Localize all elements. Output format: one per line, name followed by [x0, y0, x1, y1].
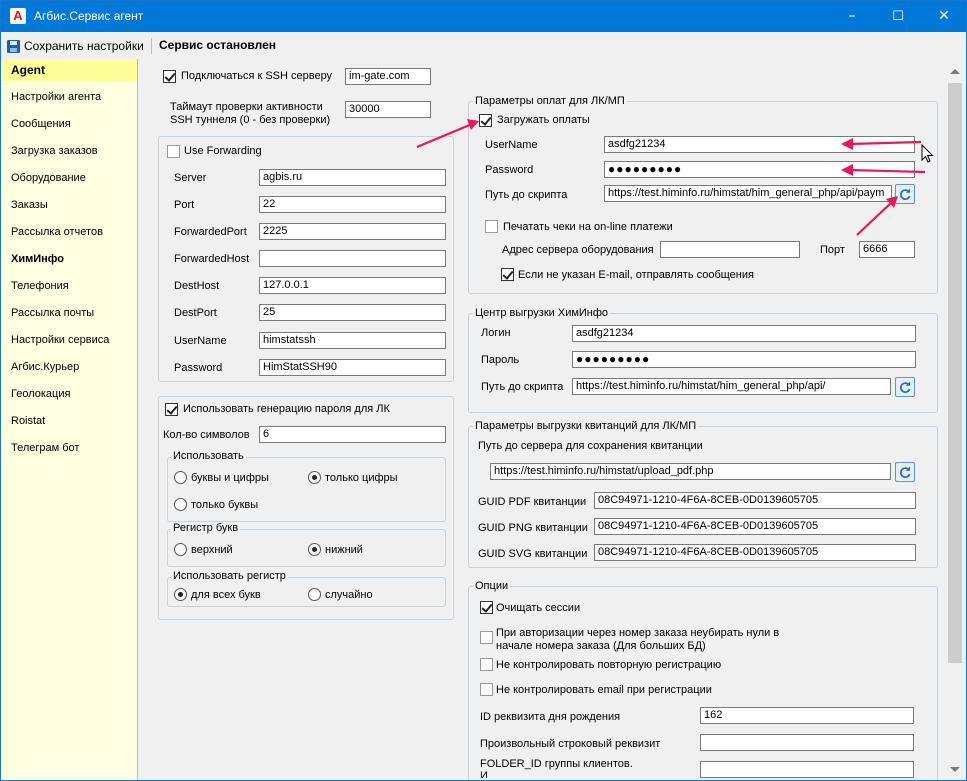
annotation-arrow-username	[848, 140, 922, 146]
annotation-arrow-load-payments	[416, 122, 473, 149]
annotation-arrow-password	[848, 168, 926, 174]
app-window: A Агбис.Сервис агент – ☐ ✕ Сохранить нас…	[0, 0, 967, 781]
mouse-cursor-icon	[921, 143, 934, 163]
annotation-arrow-refresh	[856, 201, 893, 236]
annotation-arrows	[416, 119, 934, 236]
